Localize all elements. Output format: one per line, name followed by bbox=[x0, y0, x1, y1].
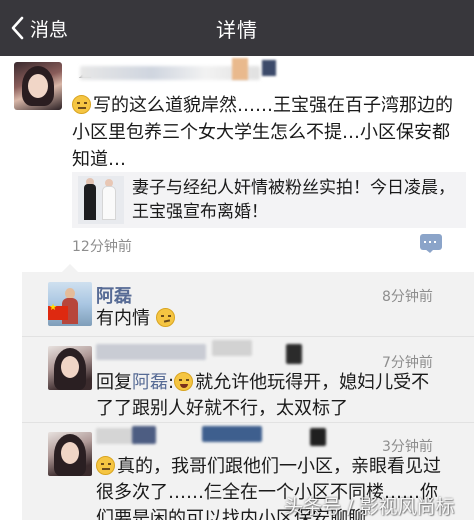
comment-avatar[interactable] bbox=[48, 432, 92, 476]
redaction-mark bbox=[132, 426, 156, 444]
comment-avatar[interactable] bbox=[48, 346, 92, 390]
smirk-emoji bbox=[155, 308, 175, 327]
reply-to-name[interactable]: 阿磊 bbox=[132, 372, 168, 393]
comment-text: 有内情 bbox=[96, 306, 177, 332]
smiling-eyes-emoji bbox=[96, 456, 115, 475]
comment-timestamp: 3分钟前 bbox=[382, 439, 433, 455]
redaction-mark bbox=[262, 60, 276, 76]
shared-link-card[interactable]: 妻子与经纪人奸情被粉丝实拍！今日凌晨，王宝强宣布离婚！ bbox=[72, 172, 466, 228]
divider bbox=[22, 336, 474, 337]
redaction-mark bbox=[212, 340, 252, 356]
smiling-eyes-emoji bbox=[72, 95, 91, 114]
laughing-emoji bbox=[174, 372, 194, 391]
redaction-mark bbox=[232, 58, 248, 80]
comment-timestamp: 8分钟前 bbox=[382, 289, 433, 305]
post-body: 写的这么道貌岸然……王宝强在百子湾那边的小区里包养三个女大学生怎么不提…小区保安… bbox=[72, 95, 453, 170]
redaction-mark bbox=[310, 428, 326, 446]
redaction-mark bbox=[286, 344, 302, 364]
watermark: 头条号 / 影视风尚标 bbox=[284, 496, 455, 518]
china-flag-icon bbox=[48, 303, 68, 320]
page-title: 详情 bbox=[216, 18, 258, 42]
post-timestamp: 12分钟前 bbox=[72, 239, 132, 255]
redaction-mark bbox=[202, 426, 262, 442]
comment-author-name[interactable]: 阿磊 bbox=[96, 282, 132, 308]
link-title: 妻子与经纪人奸情被粉丝实拍！今日凌晨，王宝强宣布离婚！ bbox=[132, 178, 455, 222]
comment-author-name-redacted bbox=[96, 344, 206, 360]
link-thumbnail bbox=[78, 176, 124, 224]
divider bbox=[22, 422, 474, 423]
comment-timestamp: 7分钟前 bbox=[382, 355, 433, 371]
post-text: 写的这么道貌岸然……王宝强在百子湾那边的小区里包养三个女大学生怎么不提…小区保安… bbox=[72, 92, 466, 173]
comment-bubble-icon[interactable] bbox=[420, 234, 442, 253]
nav-bar: 消息 详情 bbox=[0, 0, 474, 56]
post-author-avatar[interactable] bbox=[14, 62, 62, 110]
comment-text: 回复阿磊: 就允许他玩得开，媳妇儿受不了了跟别人好就不行，太双标了 bbox=[96, 372, 430, 419]
comment-author-name-redacted bbox=[96, 428, 136, 444]
